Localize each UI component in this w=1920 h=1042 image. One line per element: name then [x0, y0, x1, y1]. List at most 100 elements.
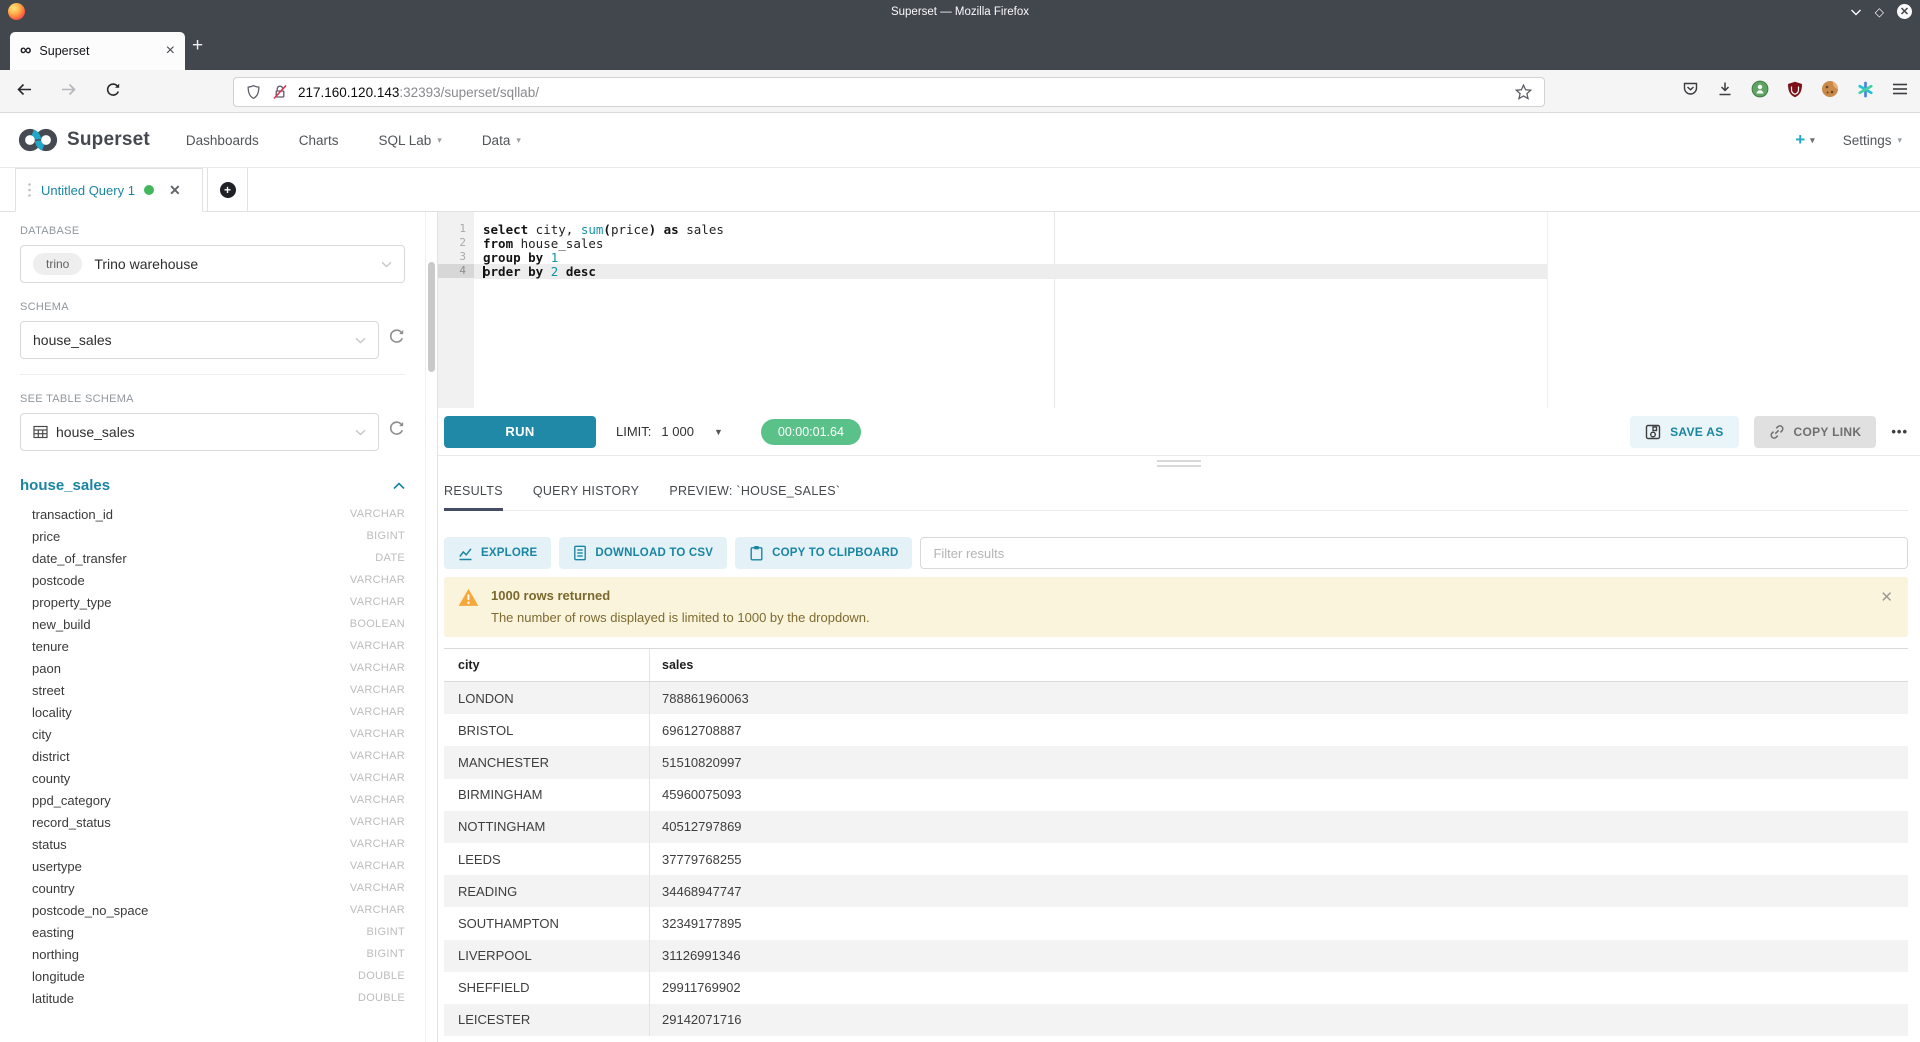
superset-logo[interactable]: Superset	[18, 128, 150, 152]
schema-column-row[interactable]: date_of_transferDATE	[20, 547, 405, 569]
extension-green-icon[interactable]	[1750, 79, 1770, 99]
column-header-city[interactable]: city	[444, 649, 650, 681]
schema-column-row[interactable]: postcode_no_spaceVARCHAR	[20, 899, 405, 921]
schema-column-row[interactable]: districtVARCHAR	[20, 745, 405, 767]
alert-close-icon[interactable]: ✕	[1880, 590, 1893, 605]
download-csv-button[interactable]: DOWNLOAD TO CSV	[559, 537, 727, 569]
table-schema-header[interactable]: house_sales	[20, 477, 405, 494]
schema-column-row[interactable]: longitudeDOUBLE	[20, 965, 405, 987]
schema-column-row[interactable]: record_statusVARCHAR	[20, 811, 405, 833]
bookmark-star-icon[interactable]	[1515, 84, 1532, 100]
code-line: from house_sales	[474, 236, 1920, 250]
tracking-shield-icon[interactable]	[246, 84, 261, 100]
cell-sales: 51510820997	[650, 746, 1908, 778]
tab-close-icon[interactable]: ×	[166, 43, 175, 59]
copy-clipboard-button[interactable]: COPY TO CLIPBOARD	[735, 537, 912, 569]
window-maximize-icon[interactable]: ◇	[1875, 6, 1884, 18]
new-tab-button[interactable]: +	[192, 36, 203, 55]
table-row: LEICESTER29142071716	[444, 1004, 1908, 1036]
menu-hamburger-icon[interactable]	[1890, 79, 1910, 99]
schema-column-row[interactable]: new_buildBOOLEAN	[20, 613, 405, 635]
forward-button[interactable]	[60, 82, 77, 97]
pane-resize-strip	[438, 456, 1920, 470]
table-select[interactable]: house_sales	[20, 413, 379, 451]
window-close-icon[interactable]: ✕	[1897, 4, 1912, 19]
ublock-origin-icon[interactable]	[1785, 79, 1805, 99]
settings-menu[interactable]: Settings▾	[1843, 133, 1902, 148]
url-bar[interactable]: 217.160.120.143:32393/superset/sqllab/	[233, 77, 1545, 107]
schema-column-row[interactable]: cityVARCHAR	[20, 723, 405, 745]
tab-results[interactable]: RESULTS	[444, 470, 503, 511]
chevron-down-icon: ▾	[1810, 135, 1815, 146]
downloads-icon[interactable]	[1715, 79, 1735, 99]
new-item-menu[interactable]: +▾	[1795, 130, 1814, 150]
save-as-button[interactable]: SAVE AS	[1630, 416, 1738, 448]
nav-item-dashboards[interactable]: Dashboards	[186, 133, 259, 148]
nav-item-data[interactable]: Data▾	[482, 133, 521, 148]
column-name: street	[32, 683, 65, 698]
schema-column-row[interactable]: ppd_categoryVARCHAR	[20, 789, 405, 811]
browser-toolbar: 217.160.120.143:32393/superset/sqllab/	[0, 70, 1920, 113]
copy-link-button[interactable]: COPY LINK	[1754, 416, 1877, 448]
extension-asterisk-icon[interactable]	[1855, 79, 1875, 99]
filter-results-input[interactable]	[920, 537, 1908, 569]
explore-button[interactable]: EXPLORE	[444, 537, 551, 569]
column-type: VARCHAR	[350, 508, 405, 520]
plus-circle-icon: +	[220, 182, 236, 198]
more-options-button[interactable]: •••	[1891, 424, 1908, 439]
resize-handle[interactable]	[1157, 460, 1201, 470]
nav-item-sql-lab[interactable]: SQL Lab▾	[378, 133, 441, 148]
schema-column-row[interactable]: latitudeDOUBLE	[20, 987, 405, 1009]
column-name: northing	[32, 947, 79, 962]
schema-column-row[interactable]: paonVARCHAR	[20, 657, 405, 679]
tab-query-history[interactable]: QUERY HISTORY	[533, 470, 639, 511]
schema-column-row[interactable]: priceBIGINT	[20, 525, 405, 547]
insecure-lock-icon[interactable]	[273, 84, 287, 100]
schema-column-row[interactable]: postcodeVARCHAR	[20, 569, 405, 591]
reload-button[interactable]	[105, 82, 121, 98]
schema-column-row[interactable]: eastingBIGINT	[20, 921, 405, 943]
browser-tab-title: Superset	[39, 44, 165, 58]
drag-dots-icon[interactable]	[27, 182, 32, 198]
schema-select[interactable]: house_sales	[20, 321, 379, 359]
add-query-tab[interactable]: +	[207, 168, 248, 212]
results-table-body: LONDON788861960063BRISTOL69612708887MANC…	[444, 682, 1908, 1036]
brand-name: Superset	[67, 129, 150, 151]
limit-dropdown[interactable]: LIMIT: 1 000 ▼	[616, 424, 723, 439]
schema-column-row[interactable]: localityVARCHAR	[20, 701, 405, 723]
sql-editor[interactable]: 1234 select city, sum(price) as salesfro…	[438, 212, 1920, 408]
schema-column-row[interactable]: usertypeVARCHAR	[20, 855, 405, 877]
scrollbar-thumb[interactable]	[428, 262, 435, 372]
schema-column-row[interactable]: tenureVARCHAR	[20, 635, 405, 657]
chevron-down-icon	[355, 337, 366, 344]
schema-column-row[interactable]: northingBIGINT	[20, 943, 405, 965]
url-text[interactable]: 217.160.120.143:32393/superset/sqllab/	[298, 85, 1515, 100]
chevron-down-icon: ▼	[714, 427, 723, 437]
back-button[interactable]	[16, 82, 33, 97]
nav-item-charts[interactable]: Charts	[299, 133, 339, 148]
schema-column-row[interactable]: countyVARCHAR	[20, 767, 405, 789]
run-button[interactable]: RUN	[444, 416, 596, 448]
schema-column-row[interactable]: street VARCHAR	[20, 679, 405, 701]
schema-column-row[interactable]: countryVARCHAR	[20, 877, 405, 899]
column-type: VARCHAR	[350, 684, 405, 696]
schema-column-row[interactable]: property_typeVARCHAR	[20, 591, 405, 613]
query-tab-active[interactable]: Untitled Query 1 ✕	[15, 168, 203, 212]
database-select[interactable]: trino Trino warehouse	[20, 245, 405, 283]
tab-preview-table[interactable]: PREVIEW: `HOUSE_SALES`	[669, 470, 840, 511]
refresh-tables-icon[interactable]	[388, 420, 405, 437]
column-header-sales[interactable]: sales	[650, 649, 1908, 681]
schema-column-row[interactable]: transaction_idVARCHAR	[20, 503, 405, 525]
results-table-header: city sales	[444, 649, 1908, 682]
browser-tab-superset[interactable]: ∞ Superset ×	[10, 32, 185, 70]
query-tab-close-icon[interactable]: ✕	[169, 182, 181, 199]
refresh-schemas-icon[interactable]	[388, 328, 405, 345]
table-name: house_sales	[20, 477, 110, 494]
schema-column-row[interactable]: statusVARCHAR	[20, 833, 405, 855]
cookie-extension-icon[interactable]	[1820, 79, 1840, 99]
table-row: BRISTOL69612708887	[444, 714, 1908, 746]
column-type: VARCHAR	[350, 860, 405, 872]
collapse-chevron-up-icon[interactable]	[393, 482, 405, 490]
pocket-icon[interactable]	[1680, 79, 1700, 99]
window-minimize-icon[interactable]	[1850, 8, 1862, 16]
